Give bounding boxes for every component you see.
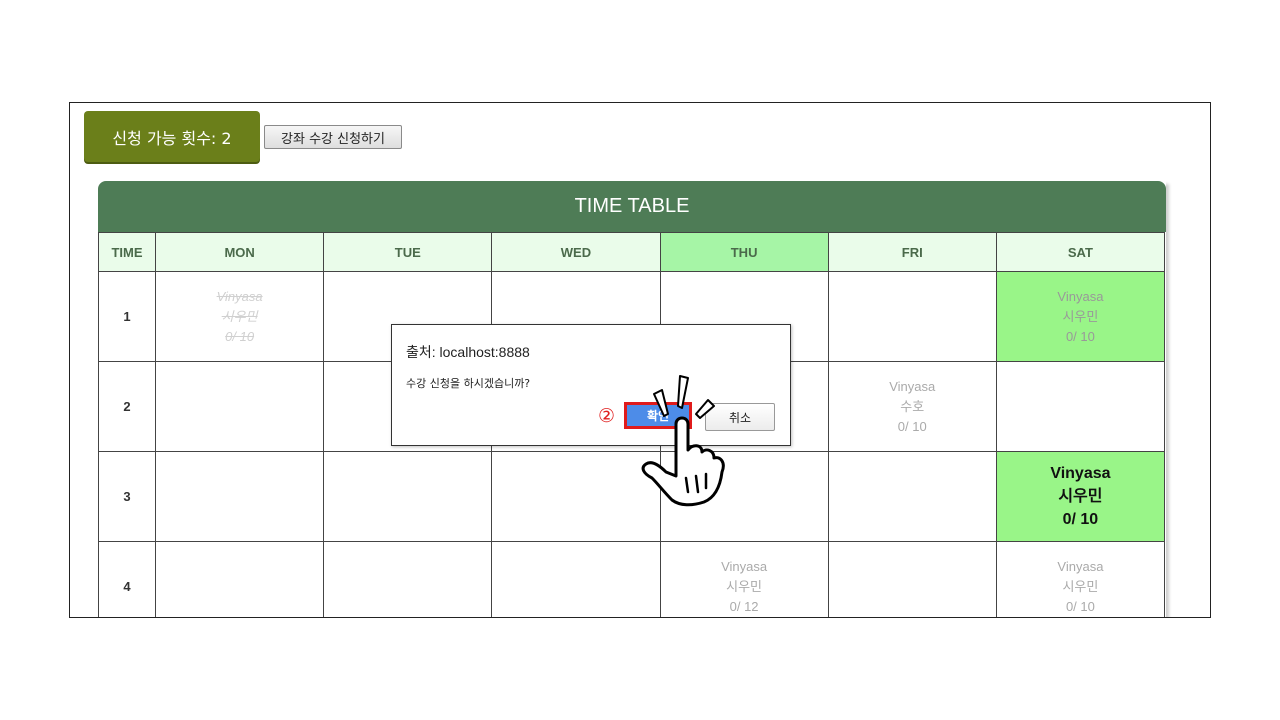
table-row: 3 Vinyasa 시우민 0/ 10 [97, 451, 1166, 542]
teacher-name: 시우민 [1058, 488, 1103, 505]
slot-cell-thu-4[interactable]: Vinyasa 시우민 0/ 12 [659, 541, 829, 617]
slot-cell-sat-1[interactable]: Vinyasa 시우민 0/ 10 [995, 271, 1166, 362]
class-name: Vinyasa [216, 288, 263, 304]
enroll-button[interactable]: 강좌 수강 신청하기 [264, 125, 402, 149]
teacher-name: 수호 [900, 398, 925, 414]
slot-cell-mon-4[interactable] [155, 541, 325, 617]
pointing-hand-icon [641, 375, 725, 507]
teacher-name: 시우민 [221, 308, 258, 324]
slot-cell-sat-3[interactable]: Vinyasa 시우민 0/ 10 [995, 451, 1166, 542]
column-header-time: TIME [97, 232, 157, 272]
column-header-fri: FRI [827, 232, 997, 272]
teacher-name: 시우민 [726, 578, 763, 594]
column-header-sat: SAT [995, 232, 1166, 272]
timetable-title: TIME TABLE [574, 195, 690, 217]
class-name: Vinyasa [721, 558, 768, 574]
slot-cell-mon-2[interactable] [155, 361, 325, 452]
slot-cell-fri-2[interactable]: Vinyasa 수호 0/ 10 [827, 361, 997, 452]
step-marker: ② [598, 405, 616, 427]
dialog-message: 수강 신청을 하시겠습니까? [406, 377, 531, 390]
enrollment-count: 0/ 10 [1065, 598, 1095, 614]
slot-cell-fri-4[interactable] [827, 541, 997, 617]
class-name: Vinyasa [1057, 558, 1104, 574]
column-header-mon: MON [155, 232, 325, 272]
time-cell: 1 [97, 271, 157, 362]
class-name: Vinyasa [1050, 465, 1111, 482]
slot-cell-mon-3[interactable] [155, 451, 325, 542]
time-cell: 3 [97, 451, 157, 542]
enrollment-count: 0/ 10 [1062, 511, 1099, 528]
enrollment-count: 0/ 12 [729, 598, 759, 614]
class-name: Vinyasa [1057, 288, 1104, 304]
enrollment-count: 0/ 10 [1065, 328, 1095, 344]
slot-cell-sat-2[interactable] [995, 361, 1166, 452]
column-header-tue: TUE [323, 232, 493, 272]
apply-count-badge: 신청 가능 횟수: 2 [84, 111, 260, 162]
time-cell: 4 [97, 541, 157, 617]
teacher-name: 시우민 [1062, 308, 1099, 324]
column-header-thu: THU [659, 232, 829, 272]
slot-cell-tue-3[interactable] [323, 451, 493, 542]
table-row: 4 Vinyasa 시우민 0/ 12 Vinyasa 시우민 0/ 10 [97, 541, 1166, 617]
slot-cell-tue-4[interactable] [323, 541, 493, 617]
dialog-title: 출처: localhost:8888 [406, 344, 530, 360]
teacher-name: 시우민 [1062, 578, 1099, 594]
time-cell: 2 [97, 361, 157, 452]
timetable-header: TIME TABLE [98, 181, 1166, 232]
apply-count-label: 신청 가능 횟수: 2 [112, 128, 232, 148]
column-header-wed: WED [491, 232, 661, 272]
slot-cell-fri-3[interactable] [827, 451, 997, 542]
slot-cell-wed-4[interactable] [491, 541, 661, 617]
slot-cell-wed-3[interactable] [491, 451, 661, 542]
enrollment-count: 0/ 10 [897, 418, 927, 434]
slot-cell-sat-4[interactable]: Vinyasa 시우민 0/ 10 [995, 541, 1166, 617]
enrollment-count: 0/ 10 [225, 328, 255, 344]
class-name: Vinyasa [889, 378, 936, 394]
slot-cell-mon-1[interactable]: Vinyasa 시우민 0/ 10 [155, 271, 325, 362]
day-header-row: TIME MON TUE WED THU FRI SAT [97, 232, 1166, 272]
slot-cell-fri-1[interactable] [827, 271, 997, 362]
confirm-dialog: 출처: localhost:8888 수강 신청을 하시겠습니까? ② 확인 취… [391, 324, 791, 446]
